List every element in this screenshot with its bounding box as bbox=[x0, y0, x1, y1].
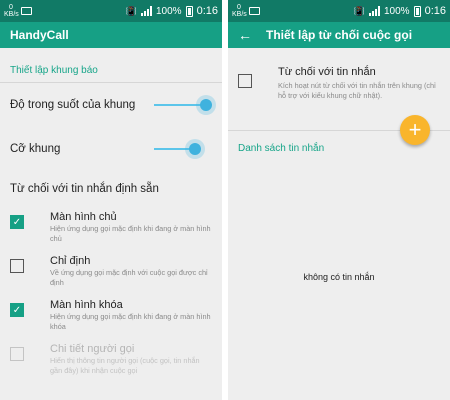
reject-message-label: Từ chối với tin nhắn định sẵn bbox=[10, 183, 159, 195]
clock: 0:16 bbox=[424, 5, 446, 17]
battery-icon bbox=[185, 5, 193, 17]
transparency-row: Độ trong suốt của khung bbox=[0, 83, 222, 127]
reject-settings-screen: 0 KB/s 📳 100% 0:16 ← Thiết lập từ chối cu… bbox=[228, 0, 450, 400]
transparency-label: Độ trong suốt của khung bbox=[10, 99, 136, 111]
option-title: Màn hình khóa bbox=[50, 299, 123, 311]
battery-percent: 100% bbox=[156, 5, 182, 17]
frame-size-slider[interactable] bbox=[154, 143, 212, 155]
slider-thumb[interactable] bbox=[189, 143, 201, 155]
empty-list-text: không có tin nhắn bbox=[303, 272, 375, 282]
notification-image-icon bbox=[249, 7, 260, 15]
option-item[interactable]: ✓ Màn hình chủ Hiện ứng dụng gọi mặc định … bbox=[0, 211, 222, 255]
option-description: Kích hoạt nút từ chối với tin nhắn trên … bbox=[278, 81, 436, 100]
frame-size-label: Cỡ khung bbox=[10, 143, 61, 155]
option-title: Màn hình chủ bbox=[50, 211, 117, 223]
app-bar: ← Thiết lập từ chối cuộc gọi bbox=[228, 22, 450, 48]
option-checkbox bbox=[10, 347, 24, 361]
option-description: Hiển thị thông tin người gọi (cuộc gọi, … bbox=[50, 356, 200, 375]
option-description: Về ứng dụng gọi mặc định với cuộc gọi đư… bbox=[50, 268, 208, 287]
vibrate-icon: 📳 bbox=[125, 5, 137, 16]
network-speed: 0 KB/s bbox=[232, 4, 247, 18]
option-item: Chi tiết người gọi Hiển thị thông tin ngư… bbox=[0, 343, 222, 387]
option-title: Chỉ định bbox=[50, 255, 91, 267]
option-checkbox[interactable]: ✓ bbox=[10, 303, 24, 317]
signal-icon bbox=[141, 6, 152, 16]
option-title: Từ chối với tin nhắn bbox=[278, 66, 376, 78]
reject-with-message-checkbox[interactable] bbox=[238, 74, 252, 88]
frame-size-row: Cỡ khung bbox=[0, 127, 222, 171]
vibrate-icon: 📳 bbox=[353, 5, 365, 16]
option-item[interactable]: Chỉ định Về ứng dụng gọi mặc định với cuộ… bbox=[0, 255, 222, 299]
screen-title: Thiết lập từ chối cuộc gọi bbox=[266, 28, 413, 42]
notification-image-icon bbox=[21, 7, 32, 15]
slider-thumb[interactable] bbox=[200, 99, 212, 111]
option-description: Hiện ứng dụng gọi mặc định khi đang ở mà… bbox=[50, 312, 211, 331]
transparency-slider[interactable] bbox=[154, 99, 212, 111]
status-bar: 0 KB/s 📳 100% 0:16 bbox=[228, 0, 450, 22]
app-bar: HandyCall bbox=[0, 22, 222, 48]
battery-percent: 100% bbox=[384, 5, 410, 17]
app-title: HandyCall bbox=[10, 28, 69, 42]
add-message-button[interactable]: + bbox=[400, 115, 430, 145]
option-description: Hiện ứng dụng gọi mặc định khi đang ở mà… bbox=[50, 224, 211, 243]
option-item[interactable]: ✓ Màn hình khóa Hiện ứng dụng gọi mặc định… bbox=[0, 299, 222, 343]
settings-screen: 0 KB/s 📳 100% 0:16 HandyCall Thiết lập kh… bbox=[0, 0, 222, 400]
clock: 0:16 bbox=[196, 5, 218, 17]
section-title: Thiết lập khung báo bbox=[10, 65, 98, 76]
option-list: ✓ Màn hình chủ Hiện ứng dụng gọi mặc định … bbox=[0, 211, 222, 387]
status-bar: 0 KB/s 📳 100% 0:16 bbox=[0, 0, 222, 22]
option-checkbox[interactable] bbox=[10, 259, 24, 273]
option-title: Chi tiết người gọi bbox=[50, 343, 135, 355]
back-arrow-icon[interactable]: ← bbox=[238, 27, 252, 43]
signal-icon bbox=[369, 6, 380, 16]
option-checkbox[interactable]: ✓ bbox=[10, 215, 24, 229]
battery-icon bbox=[413, 5, 421, 17]
network-speed: 0 KB/s bbox=[4, 4, 19, 18]
